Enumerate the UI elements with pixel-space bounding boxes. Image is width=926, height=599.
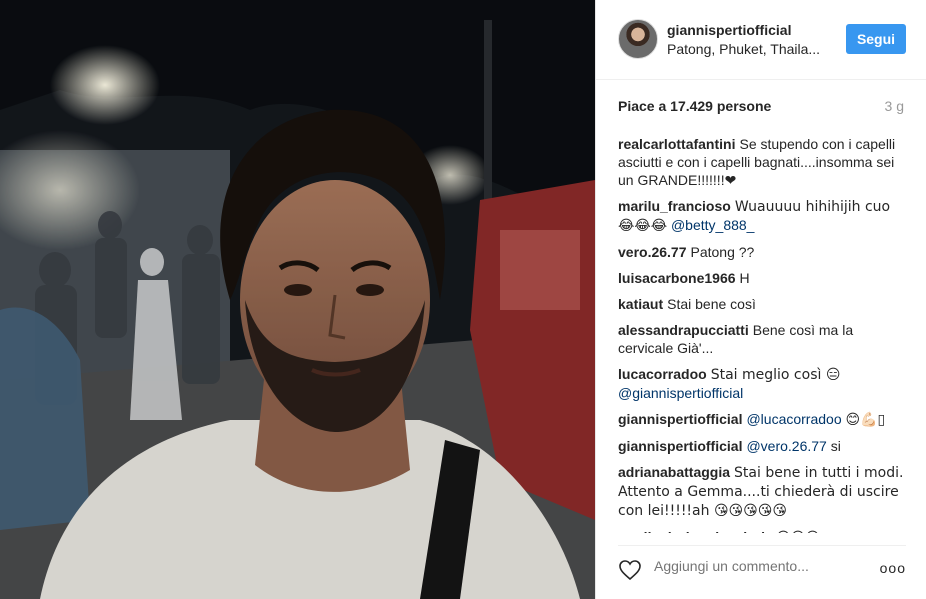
comment-username[interactable]: luisacarbone1966 xyxy=(618,270,736,286)
comment-item: realcarlottafantini Se stupendo con i cap… xyxy=(618,135,910,189)
comment-item: alessandrapucciatti Bene così ma la cervi… xyxy=(618,321,910,357)
comment-mention[interactable]: @betty_888_ xyxy=(671,217,755,233)
post-header: giannispertiofficial Patong, Phuket, Tha… xyxy=(596,0,926,80)
comment-username[interactable]: vero.26.77 xyxy=(618,244,687,260)
more-options-icon[interactable]: ooo xyxy=(880,560,906,576)
comment-mention[interactable]: @giannispertiofficial xyxy=(618,385,743,401)
selfie-street-photo xyxy=(0,0,595,599)
comment-text: Stai bene così xyxy=(667,296,756,312)
comment-username[interactable]: giannispertiofficial xyxy=(618,438,742,454)
comment-item: giannispertiofficial @lucacorradoo 😊💪🏻▯ xyxy=(618,410,910,429)
post-time[interactable]: 3 g xyxy=(885,98,904,114)
likes-count[interactable]: Piace a 17.429 persone xyxy=(618,98,771,114)
comments-list: realcarlottafantini Se stupendo con i cap… xyxy=(618,135,910,533)
comment-username[interactable]: marilu_francioso xyxy=(618,198,731,214)
comment-item: giannispertiofficial @vero.26.77 si xyxy=(618,437,910,455)
post-sidebar: giannispertiofficial Patong, Phuket, Tha… xyxy=(595,0,926,599)
comment-username[interactable]: katiaut xyxy=(618,296,663,312)
comment-text: Patong ?? xyxy=(690,244,755,260)
heart-outline-icon[interactable] xyxy=(618,558,642,582)
follow-button[interactable]: Segui xyxy=(846,24,906,54)
comment-text: si xyxy=(830,438,841,454)
comment-username[interactable]: lucacorradoo xyxy=(618,366,707,382)
comment-item: katiaut Stai bene così xyxy=(618,295,910,313)
comment-username[interactable]: realcarlottafantini xyxy=(618,136,735,152)
comment-item: luisacarbone1966 H xyxy=(618,269,910,287)
comment-mention[interactable]: @lucacorradoo xyxy=(746,411,841,427)
comment-username[interactable]: alessandrapucciatti xyxy=(618,322,749,338)
add-comment-input[interactable] xyxy=(654,558,854,574)
comment-text: 😍😍😍 xyxy=(776,530,820,533)
comment-item: adrianabattaggia Stai bene in tutti i mod… xyxy=(618,463,910,520)
instagram-post-view: giannispertiofficial Patong, Phuket, Tha… xyxy=(0,0,926,599)
post-username[interactable]: giannispertiofficial xyxy=(667,22,791,38)
comment-username[interactable]: marikadorigopiccoloriz xyxy=(618,529,772,533)
comment-mention[interactable]: @vero.26.77 xyxy=(746,438,826,454)
post-location[interactable]: Patong, Phuket, Thaila... xyxy=(667,41,820,57)
comment-text: Stai meglio così 😑 xyxy=(710,367,841,383)
comment-item: marilu_francioso Wuauuuu hihihijih cuo 😂😂… xyxy=(618,197,910,235)
avatar[interactable] xyxy=(618,19,658,59)
comment-footer: ooo xyxy=(618,545,906,594)
comment-text: H xyxy=(739,270,750,286)
comment-item: marikadorigopiccoloriz 😍😍😍 xyxy=(618,528,910,533)
comment-username[interactable]: adrianabattaggia xyxy=(618,464,730,480)
comment-username[interactable]: giannispertiofficial xyxy=(618,411,742,427)
post-photo xyxy=(0,0,595,599)
comment-text: 😊💪🏻▯ xyxy=(845,412,886,428)
comment-item: vero.26.77 Patong ?? xyxy=(618,243,910,261)
comment-item: lucacorradoo Stai meglio così 😑 @giannisp… xyxy=(618,365,910,402)
